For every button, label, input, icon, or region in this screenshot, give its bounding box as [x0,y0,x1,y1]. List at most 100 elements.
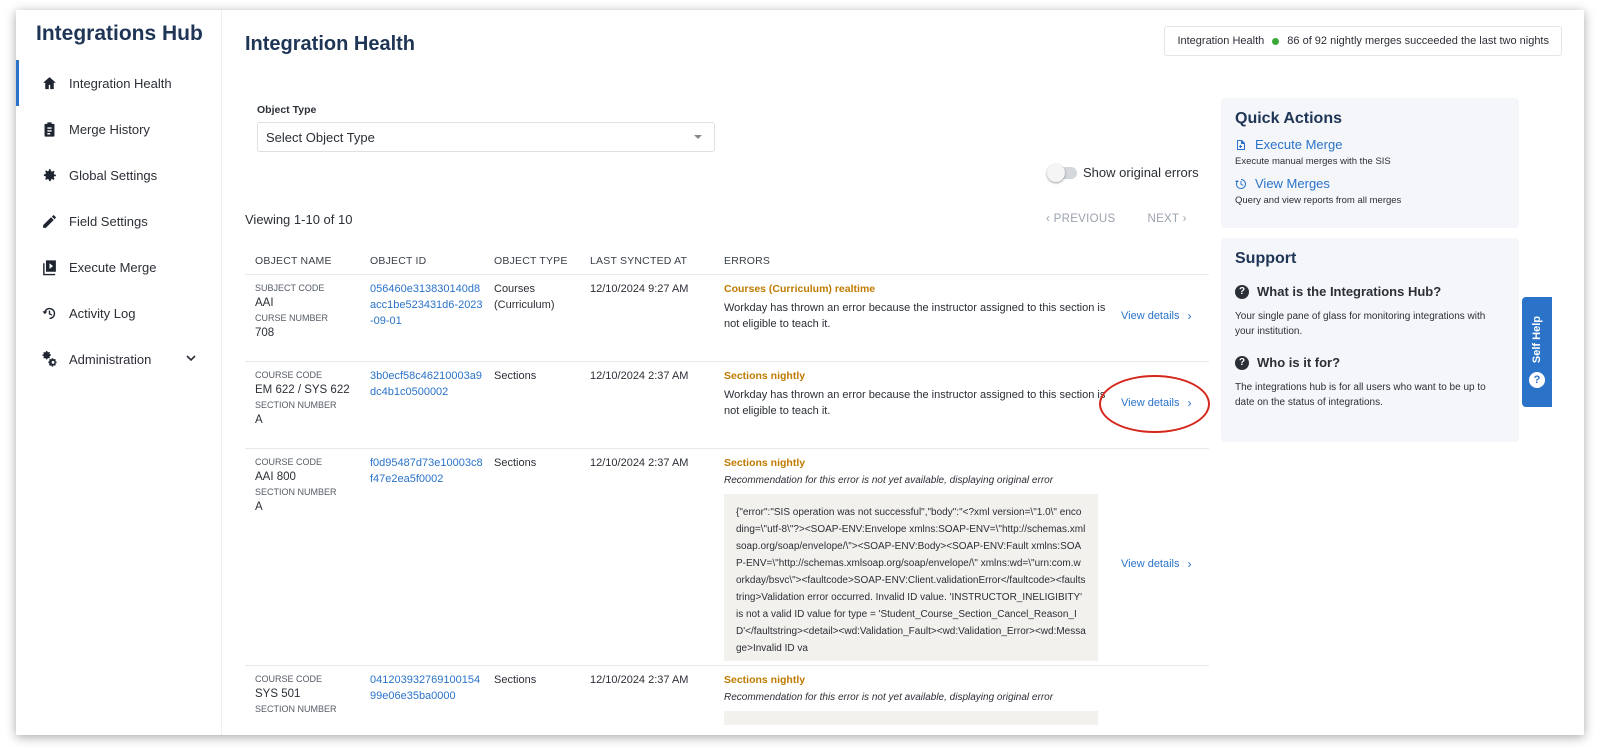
errors-cell: Sections nightly Recommendation for this… [714,666,1109,735]
name-label: SECTION NUMBER [255,487,337,497]
status-dot-icon [1272,37,1280,45]
errors-cell: Courses (Curriculum) realtime Workday ha… [714,275,1109,361]
page-title: Integration Health [245,33,416,55]
support-panel: Support ? What is the Integrations Hub? … [1221,238,1519,442]
table-row: COURSE CODE AAI 800 SECTION NUMBER A f0d… [245,449,1209,666]
sidebar-item-merge-history[interactable]: Merge History [16,106,221,152]
support-question-text: Who is it for? [1257,355,1341,370]
name-value: SYS 501 [255,688,301,700]
table-row: SUBJECT CODE AAI CURSE NUMBER 708 056460… [245,275,1209,362]
execute-merge-link[interactable]: Execute Merge [1235,137,1519,152]
column-header-object-type: OBJECT TYPE [494,255,568,267]
error-title: Sections nightly [724,674,806,686]
clipboard-icon [40,120,58,138]
previous-label: PREVIOUS [1053,213,1116,225]
pagination: ‹ PREVIOUS NEXT › [1046,213,1187,225]
viewing-count: Viewing 1-10 of 10 [245,212,353,227]
object-type-select[interactable]: Select Object Type [257,122,715,152]
name-value: A [255,414,263,426]
health-label: Integration Health [1177,35,1265,47]
original-error-code [724,711,1098,725]
view-details-label: View details [1121,310,1180,322]
health-status-text: 86 of 92 nightly merges succeeded the la… [1287,35,1549,47]
support-question-text: What is the Integrations Hub? [1257,284,1442,299]
sidebar-item-administration[interactable]: Administration [16,336,221,382]
home-icon [40,74,58,92]
last-synced-cell: 12/10/2024 2:37 AM [590,370,689,382]
name-label: COURSE CODE [255,457,323,467]
error-message: Workday has thrown an error because the … [724,302,1106,330]
column-header-last-synced: LAST SYNCTED AT [590,255,688,267]
last-synced-cell: 12/10/2024 9:27 AM [590,283,689,295]
object-id-link[interactable]: 04120393276910015499e06e35ba0000 [370,672,484,704]
object-id-link[interactable]: 3b0ecf58c46210003a9dc4b1c0500002 [370,368,484,400]
show-original-errors-toggle[interactable] [1047,163,1077,182]
object-type-cell: Sections [494,370,537,382]
execute-merge-description: Execute manual merges with the SIS [1235,156,1391,167]
object-type-cell: Sections [494,457,537,469]
chevron-right-icon: › [1187,557,1192,571]
table-row: COURSE CODE EM 622 / SYS 622 SECTION NUM… [245,362,1209,449]
object-id-link[interactable]: 056460e313830140d8acc1be523431d6-2023-09… [370,281,484,329]
view-details-label: View details [1121,558,1180,570]
chevron-right-icon: › [1187,309,1192,323]
history-icon [1235,178,1246,189]
name-label: COURSE CODE [255,370,323,380]
quick-actions-title: Quick Actions [1235,110,1342,127]
name-value: A [255,501,263,513]
sidebar-item-global-settings[interactable]: Global Settings [16,152,221,198]
gears-icon [40,350,58,368]
quick-actions-panel: Quick Actions Execute Merge Execute manu… [1221,98,1519,228]
next-label: NEXT [1147,213,1180,225]
self-help-tab[interactable]: Self Help ? [1522,297,1552,407]
view-merges-link[interactable]: View Merges [1235,176,1519,191]
brand-title: Integrations Hub [36,22,203,45]
column-header-object-name: OBJECT NAME [255,255,332,267]
execute-merge-label: Execute Merge [1255,137,1343,152]
error-note: Recommendation for this error is not yet… [724,475,1054,486]
pencil-icon [40,212,58,230]
name-value: EM 622 / SYS 622 [255,384,350,396]
view-details-link[interactable]: View details › [1109,309,1209,323]
error-message: Workday has thrown an error because the … [724,389,1106,417]
errors-table: OBJECT NAME OBJECT ID OBJECT TYPE LAST S… [245,248,1209,735]
name-value: AAI 800 [255,471,296,483]
toggle-label: Show original errors [1083,165,1199,180]
sidebar-nav: Integration Health Merge History Global … [16,60,221,382]
highlight-circle [1099,375,1210,433]
support-answer: The integrations hub is for all users wh… [1235,382,1486,408]
original-error-code: {"error":"SIS operation was not successf… [724,494,1098,661]
view-merges-description: Query and view reports from all merges [1235,195,1402,206]
name-label: COURSE CODE [255,674,323,684]
gear-icon [40,166,58,184]
sidebar-item-label: Field Settings [69,213,148,229]
object-type-label: Object Type [257,104,317,116]
object-id-cell: 3b0ecf58c46210003a9dc4b1c0500002 [360,362,484,448]
self-help-label: Self Help [1531,316,1543,364]
name-label: SUBJECT CODE [255,283,325,293]
object-id-link[interactable]: f0d95487d73e10003c8f47e2ea5f0002 [370,455,484,487]
object-type-select-value: Select Object Type [266,129,375,145]
app-window: Integrations Hub Integration Health Merg… [16,10,1584,735]
show-original-errors-toggle-group: Show original errors [1047,163,1199,182]
integration-health-status: Integration Health 86 of 92 nightly merg… [1164,26,1562,56]
next-page-button[interactable]: NEXT › [1147,213,1186,225]
sidebar-item-integration-health[interactable]: Integration Health [16,60,221,106]
caret-down-icon [694,135,702,139]
errors-cell: Sections nightly Recommendation for this… [714,449,1109,665]
name-value: AAI [255,297,274,309]
view-details-link[interactable]: View details › [1109,557,1209,571]
name-label: CURSE NUMBER [255,313,329,323]
document-plus-icon [1237,139,1245,150]
last-synced-cell: 12/10/2024 2:37 AM [590,674,689,686]
support-title: Support [1235,250,1297,267]
chevron-down-icon[interactable] [185,352,197,364]
sidebar-item-activity-log[interactable]: Activity Log [16,290,221,336]
sidebar-item-execute-merge[interactable]: Execute Merge [16,244,221,290]
object-name-cell: COURSE CODE EM 622 / SYS 622 SECTION NUM… [245,362,360,448]
last-synced-cell: 12/10/2024 2:37 AM [590,457,689,469]
object-id-cell: 056460e313830140d8acc1be523431d6-2023-09… [360,275,484,361]
sidebar-item-field-settings[interactable]: Field Settings [16,198,221,244]
support-question: ? Who is it for? [1235,355,1519,370]
previous-page-button[interactable]: ‹ PREVIOUS [1046,213,1115,225]
